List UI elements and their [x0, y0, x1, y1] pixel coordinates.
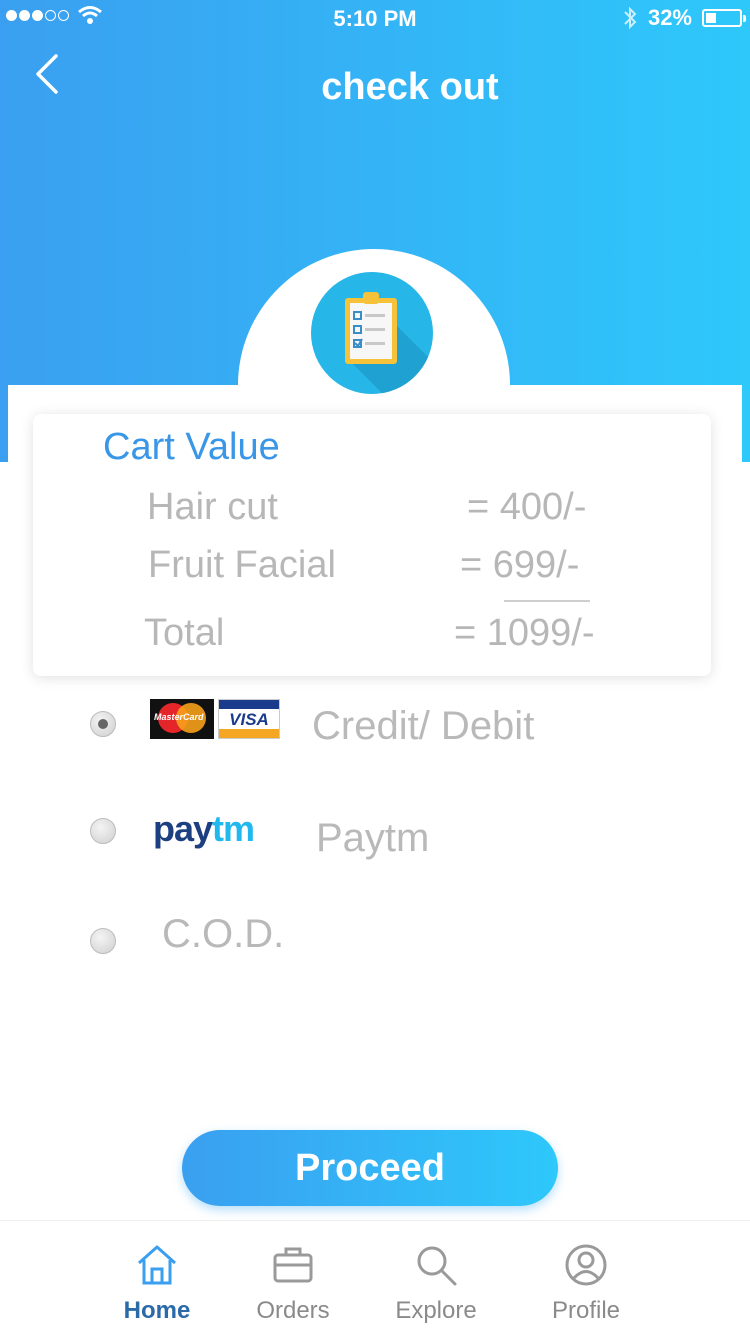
- proceed-button[interactable]: Proceed: [182, 1130, 558, 1206]
- cart-summary-card: Cart Value Hair cut = 400/- Fruit Facial…: [33, 414, 711, 676]
- tab-label: Home: [123, 1297, 191, 1324]
- page-title: check out: [321, 66, 499, 108]
- briefcase-icon: [273, 1247, 313, 1283]
- radio-paytm[interactable]: [90, 818, 116, 844]
- battery-icon: [702, 9, 746, 27]
- payment-option-cod[interactable]: C.O.D.: [80, 890, 680, 980]
- cart-item-price: = 699/-: [460, 544, 580, 586]
- bottom-tab-bar: Home Orders Explore Profile: [0, 1220, 750, 1334]
- tab-profile[interactable]: Profile: [511, 1221, 661, 1334]
- bluetooth-icon: [624, 6, 637, 30]
- battery-percent: 32%: [647, 5, 692, 30]
- status-right: 32%: [622, 5, 746, 31]
- profile-icon: [565, 1244, 607, 1286]
- radio-cod[interactable]: [90, 928, 116, 954]
- cart-item-price: = 400/-: [467, 486, 587, 528]
- tab-label: Orders: [256, 1297, 330, 1324]
- home-icon: [138, 1245, 176, 1285]
- status-bar: 5:10 PM 32%: [0, 0, 750, 36]
- tab-home[interactable]: Home: [82, 1221, 232, 1334]
- payment-option-label: Credit/ Debit: [312, 704, 535, 748]
- cart-title: Cart Value: [103, 426, 280, 468]
- payment-option-card[interactable]: MasterCard VISA Credit/ Debit: [80, 680, 680, 770]
- clipboard-icon: [311, 272, 433, 394]
- search-icon: [417, 1246, 457, 1286]
- mastercard-icon: MasterCard: [150, 699, 214, 739]
- cart-total-label: Total: [144, 612, 225, 654]
- tab-orders[interactable]: Orders: [218, 1221, 368, 1334]
- card-logos: MasterCard VISA: [150, 699, 280, 739]
- radio-credit-debit[interactable]: [90, 711, 116, 737]
- cart-item-name: Fruit Facial: [148, 544, 336, 586]
- tab-explore[interactable]: Explore: [361, 1221, 511, 1334]
- cart-item-name: Hair cut: [147, 486, 278, 528]
- payment-option-label: C.O.D.: [162, 912, 285, 956]
- cart-total-value: = 1099/-: [454, 612, 595, 654]
- paytm-icon: paytm: [153, 808, 255, 849]
- payment-option-paytm[interactable]: paytm Paytm: [80, 790, 680, 880]
- payment-option-label: Paytm: [316, 816, 430, 860]
- tab-label: Explore: [395, 1297, 477, 1324]
- battery-level: [706, 13, 717, 23]
- total-divider: [504, 600, 590, 602]
- tab-label: Profile: [551, 1297, 621, 1324]
- visa-icon: VISA: [218, 699, 280, 739]
